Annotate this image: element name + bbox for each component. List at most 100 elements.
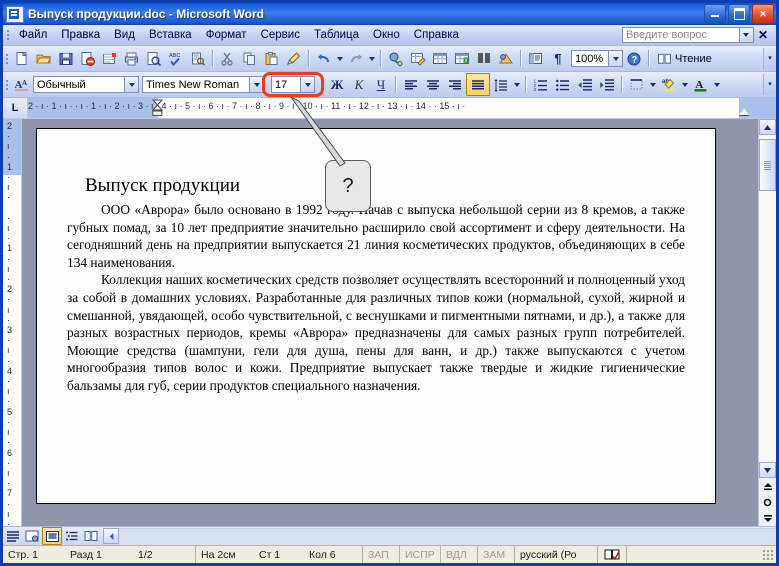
undo-dropdown[interactable]	[335, 48, 345, 69]
numbered-list-button[interactable]: 123	[530, 74, 552, 95]
save-button[interactable]	[55, 48, 77, 69]
columns-button[interactable]	[473, 48, 495, 69]
ask-a-question-input[interactable]: Введите вопрос	[621, 27, 740, 43]
outline-view-button[interactable]	[63, 528, 81, 544]
minimize-button[interactable]	[704, 4, 726, 24]
new-document-button[interactable]	[11, 48, 33, 69]
zoom-dropdown[interactable]	[609, 50, 623, 67]
line-spacing-dropdown[interactable]	[512, 74, 522, 95]
status-ovr[interactable]: ЗАМ	[478, 546, 515, 563]
format-painter-button[interactable]	[283, 48, 305, 69]
maximize-button[interactable]	[728, 4, 750, 24]
tab-stop-selector-button[interactable]: L	[3, 98, 28, 118]
menu-file[interactable]: Файл	[12, 27, 54, 43]
zoom-combo[interactable]: 100%	[571, 50, 623, 67]
previous-page-button[interactable]	[759, 478, 776, 494]
italic-button[interactable]: К	[348, 74, 370, 95]
vertical-scroll-thumb[interactable]	[759, 139, 776, 191]
vertical-scroll-track[interactable]	[759, 135, 776, 462]
horizontal-scroll-track[interactable]	[119, 527, 776, 545]
highlight-color-dropdown[interactable]	[680, 74, 690, 95]
font-value[interactable]: Times New Roman	[142, 76, 250, 93]
vertical-scrollbar[interactable]	[758, 119, 776, 526]
resize-grip-icon[interactable]	[762, 548, 774, 561]
menu-format[interactable]: Формат	[199, 27, 254, 43]
next-page-button[interactable]	[759, 510, 776, 526]
document-map-button[interactable]	[525, 48, 547, 69]
justify-button[interactable]	[466, 73, 490, 96]
menu-view[interactable]: Вид	[107, 27, 142, 43]
status-rec[interactable]: ЗАП	[363, 546, 400, 563]
scroll-down-button[interactable]	[759, 462, 776, 478]
align-center-button[interactable]	[422, 74, 444, 95]
align-left-button[interactable]	[400, 74, 422, 95]
formatting-toolbar-grip[interactable]	[4, 77, 11, 93]
bold-button[interactable]: Ж	[326, 74, 348, 95]
borders-button[interactable]	[626, 74, 648, 95]
styles-and-formatting-button[interactable]: AA	[11, 74, 33, 95]
font-size-dropdown[interactable]	[301, 76, 315, 93]
cut-button[interactable]	[217, 48, 239, 69]
insert-hyperlink-button[interactable]	[385, 48, 407, 69]
reading-layout-view-button[interactable]	[82, 528, 100, 544]
web-layout-view-button[interactable]	[23, 528, 41, 544]
style-value[interactable]: Обычный	[33, 76, 125, 93]
indent-markers-icon[interactable]	[152, 99, 163, 116]
menu-table[interactable]: Таблица	[307, 27, 366, 43]
redo-button[interactable]	[345, 48, 367, 69]
drawing-button[interactable]	[495, 48, 517, 69]
style-dropdown[interactable]	[125, 76, 139, 93]
font-dropdown[interactable]	[250, 76, 264, 93]
menu-insert[interactable]: Вставка	[142, 27, 199, 43]
menu-window[interactable]: Окно	[366, 27, 407, 43]
horizontal-ruler[interactable]: 2 · ı · 1 · ı · · ı · 1 · ı · 2 · ı · 3 …	[28, 98, 776, 118]
borders-dropdown[interactable]	[648, 74, 658, 95]
document-body[interactable]: Выпуск продукции ООО «Аврора» было основ…	[37, 129, 715, 395]
open-button[interactable]	[33, 48, 55, 69]
font-combo[interactable]: Times New Roman	[142, 76, 264, 93]
font-color-dropdown[interactable]	[712, 74, 722, 95]
redo-dropdown[interactable]	[367, 48, 377, 69]
status-ext[interactable]: ВДЛ	[441, 546, 478, 563]
line-spacing-button[interactable]	[490, 74, 512, 95]
close-document-window-button[interactable]: ✕	[754, 28, 772, 42]
document-workspace[interactable]: Выпуск продукции ООО «Аврора» было основ…	[22, 119, 758, 526]
close-button[interactable]: ✕	[752, 4, 774, 24]
print-layout-view-button[interactable]	[42, 527, 62, 545]
ask-a-question-dropdown[interactable]	[739, 27, 754, 43]
vertical-ruler[interactable]: 2 · ı · 1 · ı · · ı · 1 · ı · 2 · ı · 3 · ı · 4 · ı · 5 · ı · 6 · ı · 7…	[3, 119, 22, 526]
decrease-indent-button[interactable]	[574, 74, 596, 95]
spelling-grammar-button[interactable]: ABC	[165, 48, 187, 69]
print-preview-button[interactable]	[143, 48, 165, 69]
increase-indent-button[interactable]	[596, 74, 618, 95]
formatting-toolbar-options-button[interactable]: ▾	[763, 74, 776, 95]
insert-table-button[interactable]	[429, 48, 451, 69]
normal-view-button[interactable]	[4, 528, 22, 544]
bulleted-list-button[interactable]	[552, 74, 574, 95]
underline-button[interactable]: Ч	[370, 74, 392, 95]
reading-layout-button[interactable]: Чтение	[653, 52, 716, 65]
insert-excel-worksheet-button[interactable]: X	[451, 48, 473, 69]
scroll-up-button[interactable]	[759, 119, 776, 135]
menu-tools[interactable]: Сервис	[254, 27, 307, 43]
status-spellcheck[interactable]	[598, 546, 627, 563]
paste-button[interactable]	[261, 48, 283, 69]
menu-edit[interactable]: Правка	[54, 27, 107, 43]
font-color-button[interactable]: A	[690, 74, 712, 95]
document-page[interactable]: Выпуск продукции ООО «Аврора» было основ…	[36, 128, 716, 504]
permission-button[interactable]	[77, 48, 99, 69]
zoom-value[interactable]: 100%	[571, 50, 609, 67]
menu-grip[interactable]	[5, 27, 12, 43]
research-button[interactable]	[187, 48, 209, 69]
undo-button[interactable]	[313, 48, 335, 69]
scroll-left-button[interactable]	[103, 528, 119, 544]
style-combo[interactable]: Обычный	[33, 76, 139, 93]
status-trk[interactable]: ИСПР	[400, 546, 441, 563]
highlight-color-button[interactable]: ab	[658, 74, 680, 95]
show-formatting-marks-button[interactable]: ¶	[547, 48, 569, 69]
tables-and-borders-button[interactable]	[407, 48, 429, 69]
font-size-value[interactable]: 17	[271, 76, 301, 93]
help-button[interactable]: ?	[623, 48, 645, 69]
print-button[interactable]	[121, 48, 143, 69]
right-indent-marker[interactable]	[739, 108, 749, 115]
